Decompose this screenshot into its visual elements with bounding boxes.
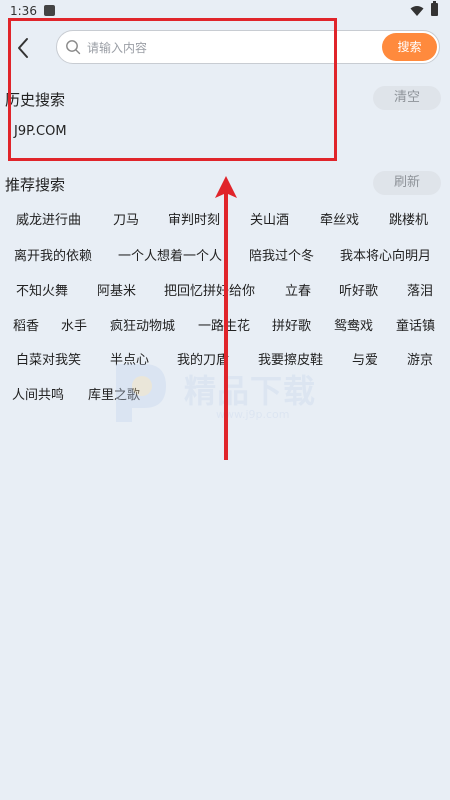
recommend-tag[interactable]: 游京	[407, 349, 433, 368]
recommend-tag[interactable]: 一个人想着一个人	[118, 245, 222, 264]
refresh-button[interactable]: 刷新	[373, 171, 441, 195]
watermark-logo	[116, 364, 166, 422]
recommend-tag[interactable]: 我本将心向明月	[340, 245, 431, 264]
recommend-tag[interactable]: 审判时刻	[168, 209, 220, 228]
recommend-tag[interactable]: 落泪	[407, 280, 433, 299]
recommend-tag[interactable]: 牵丝戏	[320, 209, 359, 228]
recommend-tag[interactable]: 疯狂动物城	[110, 315, 175, 334]
battery-icon	[431, 1, 438, 16]
recommend-tag[interactable]: 童话镇	[396, 315, 435, 334]
recommend-tag[interactable]: 拼好歌	[272, 315, 311, 334]
recommend-tag[interactable]: 鸳鸯戏	[334, 315, 373, 334]
annotation-arrow-up-icon	[215, 176, 237, 460]
recommend-tag[interactable]: 关山酒	[250, 209, 289, 228]
recommend-tag[interactable]: 稻香	[13, 315, 39, 334]
recommend-tag[interactable]: 立春	[285, 280, 311, 299]
status-time: 1:36	[10, 4, 37, 18]
watermark-title: 精品下载	[184, 372, 317, 410]
recommend-tag[interactable]: 把回忆拼好给你	[164, 280, 255, 299]
search-button[interactable]: 搜索	[382, 33, 437, 61]
recommend-tag[interactable]: 听好歌	[339, 280, 378, 299]
wifi-icon	[410, 6, 424, 16]
recommend-tag[interactable]: 人间共鸣	[12, 384, 64, 403]
recommend-tag[interactable]: 水手	[61, 315, 87, 334]
recommend-tag[interactable]: 陪我过个冬	[249, 245, 314, 264]
app-notification-icon	[44, 5, 55, 16]
recommend-tag[interactable]: 白菜对我笑	[16, 349, 81, 368]
recommend-tag[interactable]: 与爱	[352, 349, 378, 368]
recommend-title: 推荐搜索	[5, 176, 66, 194]
recommend-tag[interactable]: 阿基米	[97, 280, 136, 299]
recommend-tag[interactable]: 离开我的依赖	[14, 245, 92, 264]
recommend-tag[interactable]: 威龙进行曲	[16, 209, 81, 228]
recommend-tag[interactable]: 跳楼机	[389, 209, 428, 228]
annotation-highlight-box	[8, 18, 337, 161]
recommend-tag[interactable]: 不知火舞	[16, 280, 68, 299]
clear-history-button[interactable]: 清空	[373, 86, 441, 110]
recommend-tag[interactable]: 刀马	[113, 209, 139, 228]
